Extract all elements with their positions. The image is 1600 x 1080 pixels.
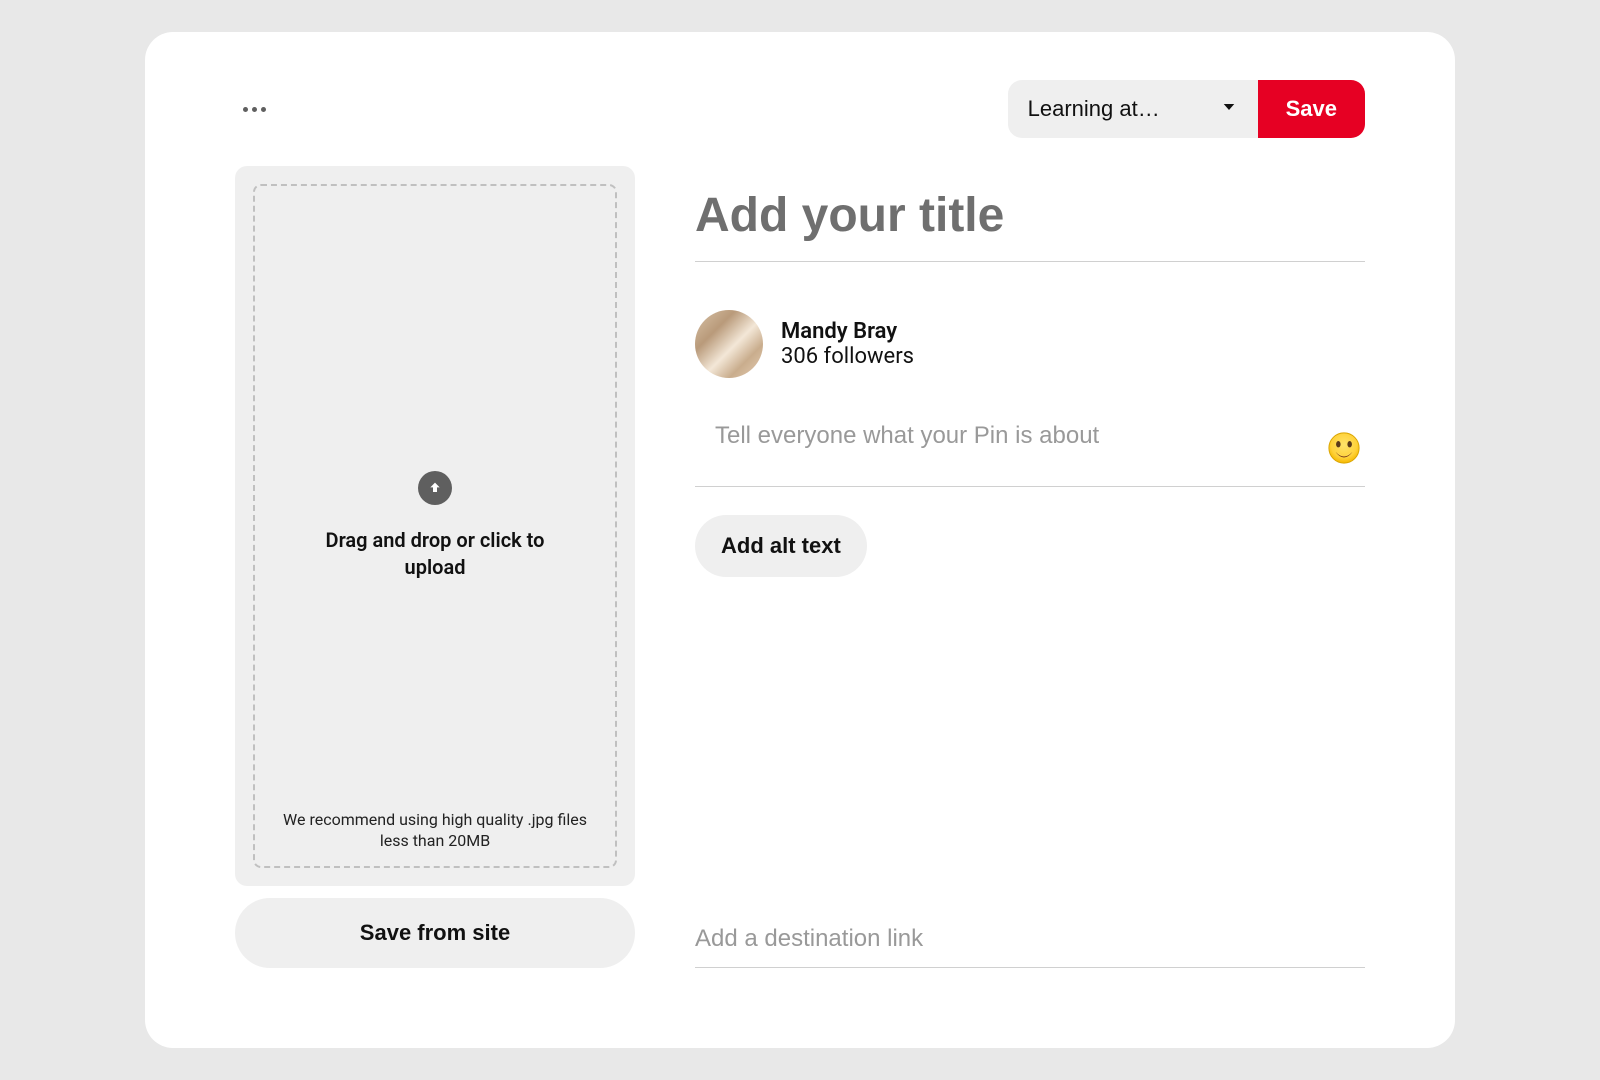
description-input[interactable] xyxy=(695,416,1365,487)
right-column: Mandy Bray 306 followers xyxy=(695,166,1365,968)
destination-link-input[interactable] xyxy=(695,915,1365,968)
content-area: Drag and drop or click to upload We reco… xyxy=(235,166,1365,968)
author-followers: 306 followers xyxy=(781,344,914,369)
add-alt-text-button[interactable]: Add alt text xyxy=(695,515,867,577)
upload-dropzone[interactable]: Drag and drop or click to upload We reco… xyxy=(253,184,617,868)
top-right-controls: Learning at… Save xyxy=(1008,80,1365,138)
title-input[interactable] xyxy=(695,166,1365,262)
upload-icon xyxy=(418,471,452,505)
upload-main-text: Drag and drop or click to upload xyxy=(305,527,565,581)
chevron-down-icon xyxy=(1220,98,1238,121)
upload-box: Drag and drop or click to upload We reco… xyxy=(235,166,635,886)
top-bar: Learning at… Save xyxy=(235,80,1365,138)
author-row: Mandy Bray 306 followers xyxy=(695,310,1365,378)
smiley-icon xyxy=(1327,431,1361,465)
upload-hint-text: We recommend using high quality .jpg fil… xyxy=(255,809,615,852)
save-from-site-button[interactable]: Save from site xyxy=(235,898,635,968)
pin-builder-card: Learning at… Save Drag and drop or click… xyxy=(145,32,1455,1048)
board-select-dropdown[interactable]: Learning at… xyxy=(1008,80,1258,138)
more-options-button[interactable] xyxy=(235,99,274,120)
description-wrap xyxy=(695,416,1365,487)
emoji-picker-button[interactable] xyxy=(1323,427,1365,469)
ellipsis-icon xyxy=(243,107,248,112)
board-selected-label: Learning at… xyxy=(1028,96,1160,122)
avatar xyxy=(695,310,763,378)
author-text: Mandy Bray 306 followers xyxy=(781,319,914,369)
author-name: Mandy Bray xyxy=(781,319,914,344)
save-button[interactable]: Save xyxy=(1258,80,1365,138)
left-column: Drag and drop or click to upload We reco… xyxy=(235,166,635,968)
